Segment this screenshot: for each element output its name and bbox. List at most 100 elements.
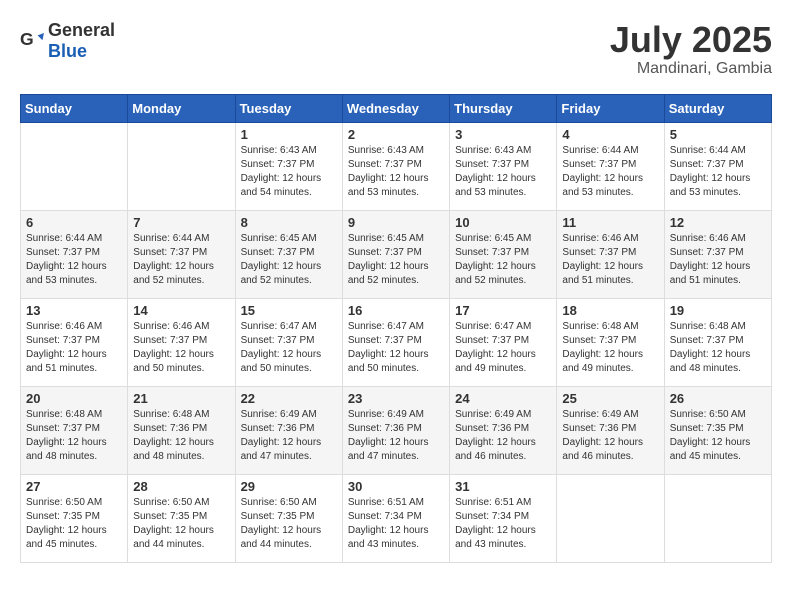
- day-number: 13: [26, 303, 122, 318]
- calendar-week-1: 1 Sunrise: 6:43 AMSunset: 7:37 PMDaylight…: [21, 122, 772, 210]
- calendar-cell: 23 Sunrise: 6:49 AMSunset: 7:36 PMDayligh…: [342, 386, 449, 474]
- calendar-table: SundayMondayTuesdayWednesdayThursdayFrid…: [20, 94, 772, 563]
- calendar-cell: 24 Sunrise: 6:49 AMSunset: 7:36 PMDayligh…: [450, 386, 557, 474]
- calendar-week-5: 27 Sunrise: 6:50 AMSunset: 7:35 PMDayligh…: [21, 474, 772, 562]
- cell-info: Sunrise: 6:46 AMSunset: 7:37 PMDaylight:…: [562, 232, 658, 288]
- weekday-header-tuesday: Tuesday: [235, 94, 342, 122]
- calendar-cell: [128, 122, 235, 210]
- cell-info: Sunrise: 6:50 AMSunset: 7:35 PMDaylight:…: [241, 496, 337, 552]
- logo-icon: G: [20, 29, 44, 53]
- cell-info: Sunrise: 6:47 AMSunset: 7:37 PMDaylight:…: [348, 320, 444, 376]
- cell-info: Sunrise: 6:48 AMSunset: 7:36 PMDaylight:…: [133, 408, 229, 464]
- day-number: 28: [133, 479, 229, 494]
- calendar-cell: 31 Sunrise: 6:51 AMSunset: 7:34 PMDayligh…: [450, 474, 557, 562]
- cell-info: Sunrise: 6:48 AMSunset: 7:37 PMDaylight:…: [562, 320, 658, 376]
- day-number: 4: [562, 127, 658, 142]
- cell-info: Sunrise: 6:50 AMSunset: 7:35 PMDaylight:…: [133, 496, 229, 552]
- calendar-cell: 11 Sunrise: 6:46 AMSunset: 7:37 PMDayligh…: [557, 210, 664, 298]
- weekday-header-thursday: Thursday: [450, 94, 557, 122]
- calendar-cell: 28 Sunrise: 6:50 AMSunset: 7:35 PMDayligh…: [128, 474, 235, 562]
- calendar-cell: 13 Sunrise: 6:46 AMSunset: 7:37 PMDayligh…: [21, 298, 128, 386]
- calendar-cell: 19Sunrise: 6:48 AMSunset: 7:37 PMDayligh…: [664, 298, 771, 386]
- calendar-cell: 22 Sunrise: 6:49 AMSunset: 7:36 PMDayligh…: [235, 386, 342, 474]
- weekday-header-friday: Friday: [557, 94, 664, 122]
- cell-info: Sunrise: 6:50 AMSunset: 7:35 PMDaylight:…: [670, 408, 766, 464]
- day-number: 21: [133, 391, 229, 406]
- cell-info: Sunrise: 6:49 AMSunset: 7:36 PMDaylight:…: [348, 408, 444, 464]
- cell-info: Sunrise: 6:43 AMSunset: 7:37 PMDaylight:…: [455, 144, 551, 200]
- day-number: 23: [348, 391, 444, 406]
- weekday-header-monday: Monday: [128, 94, 235, 122]
- day-number: 5: [670, 127, 766, 142]
- calendar-cell: 8Sunrise: 6:45 AMSunset: 7:37 PMDaylight…: [235, 210, 342, 298]
- day-number: 29: [241, 479, 337, 494]
- cell-info: Sunrise: 6:51 AMSunset: 7:34 PMDaylight:…: [348, 496, 444, 552]
- logo: G General Blue: [20, 20, 115, 62]
- calendar-cell: 12 Sunrise: 6:46 AMSunset: 7:37 PMDayligh…: [664, 210, 771, 298]
- cell-info: Sunrise: 6:47 AMSunset: 7:37 PMDaylight:…: [455, 320, 551, 376]
- month-title: July 2025: [610, 20, 772, 60]
- calendar-cell: 25 Sunrise: 6:49 AMSunset: 7:36 PMDayligh…: [557, 386, 664, 474]
- day-number: 17: [455, 303, 551, 318]
- svg-text:G: G: [20, 29, 34, 49]
- calendar-cell: 5Sunrise: 6:44 AMSunset: 7:37 PMDaylight…: [664, 122, 771, 210]
- day-number: 27: [26, 479, 122, 494]
- calendar-cell: 7 Sunrise: 6:44 AMSunset: 7:37 PMDaylight…: [128, 210, 235, 298]
- cell-info: Sunrise: 6:49 AMSunset: 7:36 PMDaylight:…: [241, 408, 337, 464]
- day-number: 12: [670, 215, 766, 230]
- cell-info: Sunrise: 6:43 AMSunset: 7:37 PMDaylight:…: [348, 144, 444, 200]
- day-number: 15: [241, 303, 337, 318]
- day-number: 25: [562, 391, 658, 406]
- day-number: 20: [26, 391, 122, 406]
- calendar-cell: 18 Sunrise: 6:48 AMSunset: 7:37 PMDayligh…: [557, 298, 664, 386]
- calendar-cell: 17 Sunrise: 6:47 AMSunset: 7:37 PMDayligh…: [450, 298, 557, 386]
- cell-info: Sunrise: 6:48 AMSunset: 7:37 PMDaylight:…: [670, 320, 766, 376]
- day-number: 14: [133, 303, 229, 318]
- calendar-cell: 4 Sunrise: 6:44 AMSunset: 7:37 PMDaylight…: [557, 122, 664, 210]
- cell-info: Sunrise: 6:47 AMSunset: 7:37 PMDaylight:…: [241, 320, 337, 376]
- cell-info: Sunrise: 6:45 AMSunset: 7:37 PMDaylight:…: [348, 232, 444, 288]
- cell-info: Sunrise: 6:49 AMSunset: 7:36 PMDaylight:…: [562, 408, 658, 464]
- calendar-cell: 2Sunrise: 6:43 AMSunset: 7:37 PMDaylight…: [342, 122, 449, 210]
- day-number: 6: [26, 215, 122, 230]
- day-number: 7: [133, 215, 229, 230]
- calendar-cell: 20Sunrise: 6:48 AMSunset: 7:37 PMDayligh…: [21, 386, 128, 474]
- calendar-cell: 29 Sunrise: 6:50 AMSunset: 7:35 PMDayligh…: [235, 474, 342, 562]
- calendar-cell: 15 Sunrise: 6:47 AMSunset: 7:37 PMDayligh…: [235, 298, 342, 386]
- calendar-cell: 30 Sunrise: 6:51 AMSunset: 7:34 PMDayligh…: [342, 474, 449, 562]
- cell-info: Sunrise: 6:49 AMSunset: 7:36 PMDaylight:…: [455, 408, 551, 464]
- cell-info: Sunrise: 6:46 AMSunset: 7:37 PMDaylight:…: [670, 232, 766, 288]
- cell-info: Sunrise: 6:44 AMSunset: 7:37 PMDaylight:…: [133, 232, 229, 288]
- calendar-week-3: 13 Sunrise: 6:46 AMSunset: 7:37 PMDayligh…: [21, 298, 772, 386]
- logo-general-text: General: [48, 20, 115, 40]
- day-number: 11: [562, 215, 658, 230]
- cell-info: Sunrise: 6:44 AMSunset: 7:37 PMDaylight:…: [562, 144, 658, 200]
- day-number: 24: [455, 391, 551, 406]
- calendar-cell: 6Sunrise: 6:44 AMSunset: 7:37 PMDaylight…: [21, 210, 128, 298]
- day-number: 26: [670, 391, 766, 406]
- calendar-cell: 14 Sunrise: 6:46 AMSunset: 7:37 PMDayligh…: [128, 298, 235, 386]
- calendar-cell: 26 Sunrise: 6:50 AMSunset: 7:35 PMDayligh…: [664, 386, 771, 474]
- day-number: 30: [348, 479, 444, 494]
- calendar-cell: 21 Sunrise: 6:48 AMSunset: 7:36 PMDayligh…: [128, 386, 235, 474]
- calendar-cell: 27Sunrise: 6:50 AMSunset: 7:35 PMDayligh…: [21, 474, 128, 562]
- cell-info: Sunrise: 6:51 AMSunset: 7:34 PMDaylight:…: [455, 496, 551, 552]
- weekday-header-wednesday: Wednesday: [342, 94, 449, 122]
- calendar-cell: 9Sunrise: 6:45 AMSunset: 7:37 PMDaylight…: [342, 210, 449, 298]
- location-title: Mandinari, Gambia: [610, 60, 772, 78]
- day-number: 3: [455, 127, 551, 142]
- day-number: 18: [562, 303, 658, 318]
- cell-info: Sunrise: 6:46 AMSunset: 7:37 PMDaylight:…: [133, 320, 229, 376]
- weekday-header-sunday: Sunday: [21, 94, 128, 122]
- day-number: 8: [241, 215, 337, 230]
- day-number: 31: [455, 479, 551, 494]
- day-number: 16: [348, 303, 444, 318]
- calendar-cell: 10Sunrise: 6:45 AMSunset: 7:37 PMDayligh…: [450, 210, 557, 298]
- calendar-cell: [21, 122, 128, 210]
- weekday-header-saturday: Saturday: [664, 94, 771, 122]
- day-number: 22: [241, 391, 337, 406]
- calendar-week-4: 20Sunrise: 6:48 AMSunset: 7:37 PMDayligh…: [21, 386, 772, 474]
- cell-info: Sunrise: 6:46 AMSunset: 7:37 PMDaylight:…: [26, 320, 122, 376]
- weekday-header-row: SundayMondayTuesdayWednesdayThursdayFrid…: [21, 94, 772, 122]
- day-number: 1: [241, 127, 337, 142]
